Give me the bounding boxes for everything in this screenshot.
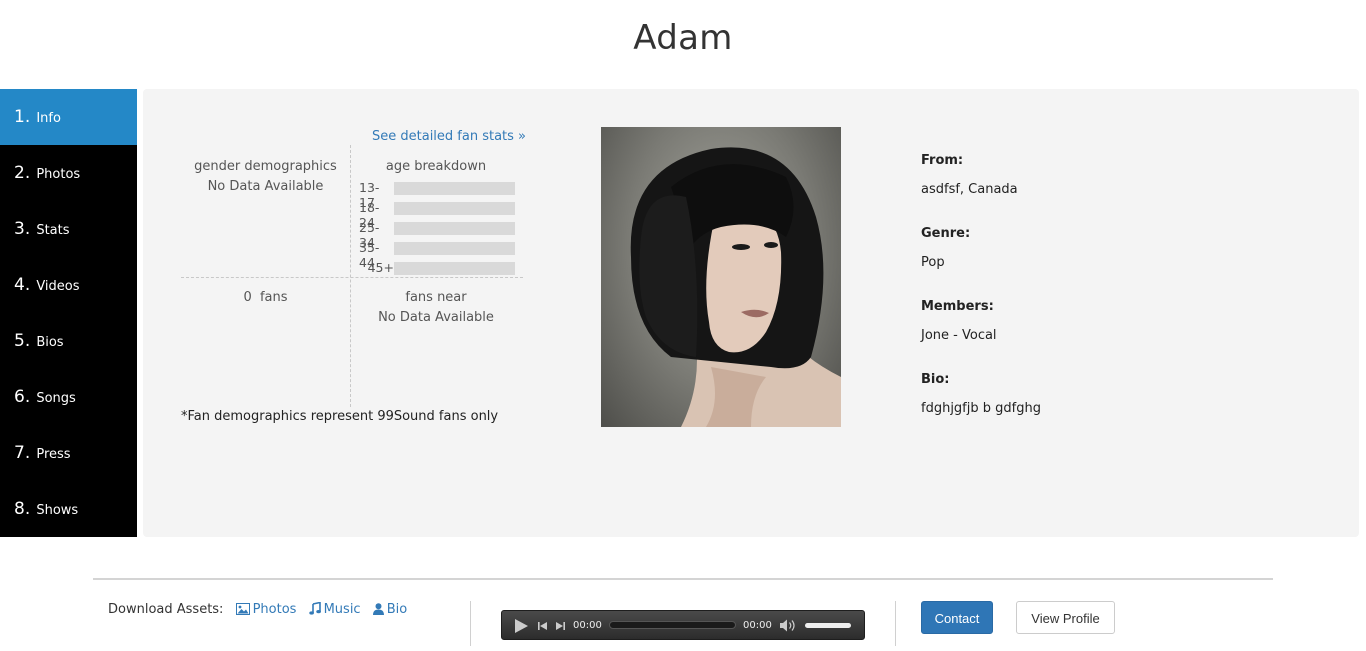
age-bar xyxy=(394,202,515,215)
current-time: 00:00 xyxy=(573,620,602,631)
sidebar-item-label: Songs xyxy=(36,391,76,406)
members-value: Jone - Vocal xyxy=(921,328,997,343)
gender-demographics-title: gender demographics xyxy=(194,159,337,174)
sidebar-item-number: 3. xyxy=(14,219,31,239)
age-bar xyxy=(394,222,515,235)
stats-vertical-divider xyxy=(350,145,351,407)
contact-button[interactable]: Contact xyxy=(921,601,993,634)
sidebar-item-number: 8. xyxy=(14,499,31,519)
sidebar-item-songs[interactable]: 6. Songs xyxy=(0,369,137,425)
info-panel: See detailed fan stats » gender demograp… xyxy=(143,89,1359,537)
sidebar-item-number: 2. xyxy=(14,163,31,183)
play-icon[interactable] xyxy=(514,619,528,636)
sidebar-item-shows[interactable]: 8. Shows xyxy=(0,481,137,537)
page-title: Adam xyxy=(633,18,733,58)
footer-separator xyxy=(895,601,896,646)
audio-player: 00:00 00:00 xyxy=(501,610,865,640)
bio-label: Bio: xyxy=(921,372,950,387)
fans-count-label: fans xyxy=(259,290,288,305)
download-bio-label: Bio xyxy=(386,602,408,617)
previous-icon[interactable] xyxy=(538,621,548,634)
sidebar-item-info[interactable]: 1. Info xyxy=(0,89,137,145)
detailed-fan-stats-link[interactable]: See detailed fan stats » xyxy=(372,129,526,144)
sidebar-item-label: Press xyxy=(36,447,71,462)
sidebar-item-number: 7. xyxy=(14,443,31,463)
genre-value: Pop xyxy=(921,255,945,270)
sidebar-item-number: 1. xyxy=(14,107,31,127)
sidebar-item-number: 6. xyxy=(14,387,31,407)
sidebar-item-label: Shows xyxy=(36,503,79,518)
user-icon xyxy=(372,603,384,615)
sidebar-item-label: Info xyxy=(36,111,61,126)
download-music-label: Music xyxy=(323,602,361,617)
footer-separator xyxy=(470,601,471,646)
sidebar-item-label: Videos xyxy=(36,279,80,294)
genre-label: Genre: xyxy=(921,226,971,241)
bio-value: fdghjgfjb b gdfghg xyxy=(921,401,1041,416)
from-value: asdfsf, Canada xyxy=(921,182,1018,197)
download-assets: Download Assets: Photos Music Bio xyxy=(108,601,408,617)
image-icon xyxy=(235,603,250,615)
sidebar-item-label: Stats xyxy=(36,223,70,238)
fans-near-value: No Data Available xyxy=(378,310,494,325)
sidebar-item-videos[interactable]: 4. Videos xyxy=(0,257,137,313)
fans-count-value: 0 xyxy=(243,290,252,305)
age-row: 13-17 xyxy=(359,180,519,210)
progress-bar[interactable] xyxy=(609,621,736,629)
age-row: 35-44 xyxy=(359,240,519,270)
artist-photo-illustration xyxy=(630,147,841,427)
view-profile-button[interactable]: View Profile xyxy=(1016,601,1115,634)
sidebar-item-number: 4. xyxy=(14,275,31,295)
age-row: 25-34 xyxy=(359,220,519,250)
next-icon[interactable] xyxy=(555,621,565,634)
music-note-icon xyxy=(308,601,321,615)
sidebar-item-stats[interactable]: 3. Stats xyxy=(0,201,137,257)
fan-stats: See detailed fan stats » gender demograp… xyxy=(181,127,526,409)
members-label: Members: xyxy=(921,299,994,314)
download-music-link[interactable]: Music xyxy=(308,601,365,617)
fans-count: 0 fans xyxy=(181,290,350,305)
download-bio-link[interactable]: Bio xyxy=(372,602,408,617)
stats-horizontal-divider xyxy=(181,277,523,278)
sidebar-item-number: 5. xyxy=(14,331,31,351)
artist-photo xyxy=(601,127,841,427)
sidebar-item-photos[interactable]: 2. Photos xyxy=(0,145,137,201)
age-bar xyxy=(394,262,515,275)
fans-near-title: fans near xyxy=(405,290,467,305)
age-bar xyxy=(394,182,515,195)
sidebar-item-press[interactable]: 7. Press xyxy=(0,425,137,481)
age-row: 18-24 xyxy=(359,200,519,230)
download-photos-label: Photos xyxy=(252,602,297,617)
from-label: From: xyxy=(921,153,964,168)
age-row: 45+ xyxy=(359,260,519,275)
duration: 00:00 xyxy=(743,620,772,631)
sidebar-item-bios[interactable]: 5. Bios xyxy=(0,313,137,369)
sidebar-item-label: Bios xyxy=(36,335,64,350)
download-assets-label: Download Assets: xyxy=(108,602,224,617)
age-group-label: 45+ xyxy=(367,260,394,275)
sidebar-item-label: Photos xyxy=(36,167,81,182)
fan-demographics-note: *Fan demographics represent 99Sound fans… xyxy=(181,409,499,424)
gender-demographics-value: No Data Available xyxy=(207,179,324,194)
sidebar-nav: 1. Info 2. Photos 3. Stats 4. Videos 5. … xyxy=(0,89,137,537)
age-breakdown-title: age breakdown xyxy=(385,159,487,174)
age-bar xyxy=(394,242,515,255)
footer-divider xyxy=(93,578,1273,580)
download-photos-link[interactable]: Photos xyxy=(235,602,301,617)
volume-icon[interactable] xyxy=(780,619,798,635)
volume-slider[interactable] xyxy=(805,623,851,628)
